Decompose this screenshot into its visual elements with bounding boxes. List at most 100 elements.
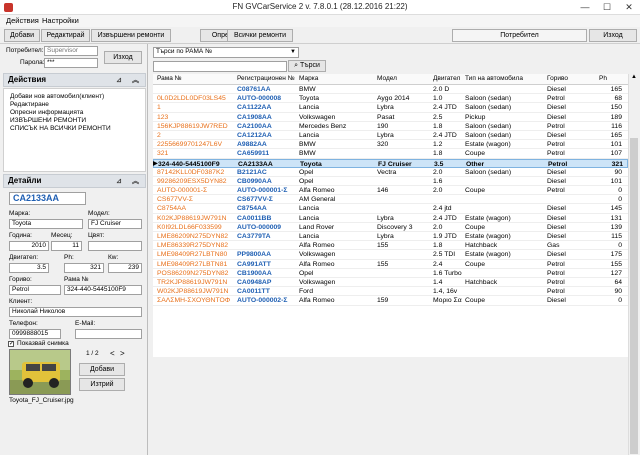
- table-row[interactable]: K0I92LDL66F033599 AUTO-000009 Land Rover Di…: [153, 223, 628, 232]
- table-row[interactable]: LME98409R27LBTN81 CA991ATT Alfa Romeo 155 2.…: [153, 260, 628, 269]
- cell-model: 155: [377, 242, 389, 250]
- login-exit-button[interactable]: Изход: [104, 51, 142, 64]
- table-row[interactable]: W02KJP88619JW791N CA0011TT Ford 1.4, 16v Pet…: [153, 287, 628, 297]
- model-field[interactable]: FJ Cruiser: [88, 219, 142, 229]
- cell-fuel: Diesel: [547, 104, 566, 112]
- col-ph[interactable]: Ph: [599, 75, 607, 82]
- collapse-icon[interactable]: ︽: [132, 176, 139, 188]
- user-button[interactable]: Потребител: [452, 29, 587, 42]
- table-row[interactable]: LME86209N275DYN82 CA3779TA Lancia Lybra 1.9 …: [153, 232, 628, 242]
- table-row[interactable]: LME86339R275DYN82 Alfa Romeo 155 1.8 Hatchba…: [153, 241, 628, 251]
- col-model[interactable]: Модел: [377, 75, 397, 82]
- logout-button[interactable]: Изход: [589, 29, 637, 42]
- cell-engine: 2.5: [433, 113, 443, 121]
- action-add-car[interactable]: Добави нов автомобил(клиент): [4, 93, 145, 101]
- search-input[interactable]: [153, 61, 287, 72]
- col-plate[interactable]: Регистрационен №: [237, 75, 295, 82]
- table-row[interactable]: LME98409R27LBTN80 PP9800AA Volkswagen 2.5 T…: [153, 250, 628, 260]
- password-field[interactable]: ***: [44, 58, 98, 68]
- action-all-repairs[interactable]: СПИСЪК НА ВСИЧКИ РЕМОНТИ: [4, 125, 145, 133]
- user-field[interactable]: Supervisor: [44, 46, 98, 56]
- details-header[interactable]: Детайли ⊿ ︽: [3, 174, 146, 188]
- col-type[interactable]: Тип на автомобила: [465, 75, 523, 82]
- table-row[interactable]: TR2KJP88619JW791N CA0948AP Volkswagen 1.4 Ha…: [153, 278, 628, 288]
- scroll-thumb[interactable]: [630, 138, 638, 454]
- cell-type: Estate (wagon): [465, 233, 511, 240]
- engine-field[interactable]: 3.5: [9, 263, 49, 273]
- show-photo-checkbox[interactable]: ✓: [8, 341, 14, 347]
- actions-header[interactable]: Действия ⊿ ︽: [3, 73, 146, 87]
- table-row[interactable]: AUTO-000001-Σ AUTO-000001-Σ Alfa Romeo 146 2…: [153, 186, 628, 196]
- prev-photo-icon[interactable]: <: [110, 349, 115, 358]
- cell-ph: 0: [618, 242, 622, 250]
- all-repairs-button[interactable]: Всички ремонти: [227, 29, 293, 42]
- ph-field[interactable]: 321: [64, 263, 104, 273]
- table-row[interactable]: 123 CA1908AA Volkswagen Pasat 2.5 Pickup Diese…: [153, 113, 628, 122]
- table-row[interactable]: 156KJP88619JW7RED CA2100AA Mercedes Benz 19…: [153, 122, 628, 131]
- delete-photo-button[interactable]: Изтрий: [79, 378, 125, 391]
- next-photo-icon[interactable]: >: [120, 349, 125, 358]
- email-field[interactable]: [75, 329, 142, 339]
- plate-number: CA2133AA: [9, 192, 86, 205]
- kw-field[interactable]: 239: [108, 263, 142, 273]
- menu-actions[interactable]: Действия: [6, 16, 39, 25]
- add-photo-button[interactable]: Добави: [79, 363, 125, 376]
- done-repairs-button[interactable]: Извършени ремонти: [91, 29, 171, 42]
- table-row[interactable]: 321 CA659911 BMW 1.8 Coupe Petrol 107: [153, 149, 628, 159]
- cell-vin: 0L0D2LDL0DF03LS45: [157, 95, 226, 103]
- col-make[interactable]: Марка: [299, 75, 318, 82]
- minimize-button[interactable]: —: [574, 0, 596, 15]
- fuel-field[interactable]: Petrol: [9, 285, 61, 295]
- close-button[interactable]: ✕: [618, 0, 640, 15]
- table-row[interactable]: 1 CA1122AA Lancia Lybra 2.4 JTD Saloon (sedan…: [153, 103, 628, 113]
- vertical-scrollbar[interactable]: ▲ ▼: [628, 74, 638, 455]
- table-row[interactable]: C08761AA BMW 2.0 D Diesel 165: [153, 85, 628, 95]
- table-row[interactable]: POS86209N275DYN82 CB1900AA Opel 1.6 Turbo Pe…: [153, 269, 628, 278]
- add-button[interactable]: Добави: [4, 29, 40, 42]
- collapse-icon[interactable]: ︽: [132, 75, 139, 87]
- col-fuel[interactable]: Гориво: [547, 75, 568, 82]
- table-row[interactable]: K02KJP88619JW791N CA0011BB Lancia Lybra 2.4 …: [153, 214, 628, 223]
- search-field-select[interactable]: Търси по РАМА № ▼: [153, 47, 299, 58]
- menu-settings[interactable]: Настройки: [42, 16, 79, 25]
- cell-model: Lybra: [377, 233, 394, 240]
- month-label: Месец:: [51, 232, 73, 239]
- pin-icon[interactable]: ⊿: [116, 75, 122, 87]
- cell-vin: K0I92LDL66F033599: [157, 223, 222, 231]
- cell-vin: 22556699701247L6V: [157, 141, 223, 149]
- cell-plate: C08761AA: [237, 86, 271, 93]
- cell-make: Lancia: [299, 214, 320, 222]
- cell-vin: 99286209ESX5DYN82: [157, 177, 227, 185]
- pin-icon[interactable]: ⊿: [116, 176, 122, 188]
- vin-field[interactable]: 324-440-5445100F9: [64, 285, 142, 295]
- action-edit[interactable]: Редактиране: [4, 101, 145, 109]
- search-button[interactable]: ⌕ Търси: [288, 60, 326, 72]
- cell-fuel: Diesel: [547, 233, 566, 240]
- maximize-button[interactable]: ☐: [596, 0, 618, 15]
- color-field[interactable]: [88, 241, 142, 251]
- edit-button[interactable]: Редактирай: [41, 29, 90, 42]
- action-refresh[interactable]: Опресни информацията: [4, 109, 145, 117]
- cell-fuel: Petrol: [547, 288, 565, 296]
- table-row[interactable]: 99286209ESX5DYN82 CB0990AA Opel 1.6 Diesel 10…: [153, 177, 628, 187]
- month-field[interactable]: 11: [51, 241, 82, 251]
- table-row[interactable]: ΣΑΛΣΜΗ-ΣΧΟΥΘΝΤΟΦ AUTO-000002-Σ Alfa Romeo 1…: [153, 296, 628, 306]
- table-row[interactable]: 0L0D2LDL0DF03LS45 AUTO-000008 Toyota Aygo 2…: [153, 94, 628, 104]
- cell-type: Hatchback: [465, 242, 498, 250]
- table-row[interactable]: 324-440-5445100F9 CA2133AA Toyota FJ Cruise…: [153, 158, 628, 168]
- client-field[interactable]: Николай Николов: [9, 307, 142, 317]
- year-field[interactable]: 2010: [9, 241, 49, 251]
- phone-field[interactable]: 0999888015: [9, 329, 61, 339]
- table-row[interactable]: 2 CA1212AA Lancia Lybra 2.4 JTD Saloon (sedan…: [153, 131, 628, 141]
- scroll-up-icon[interactable]: ▲: [629, 74, 639, 82]
- action-done-repairs[interactable]: ИЗВЪРШЕНИ РЕМОНТИ: [4, 117, 145, 125]
- col-vin[interactable]: Рама №: [157, 75, 182, 82]
- col-engine[interactable]: Двигател: [433, 75, 460, 82]
- table-row[interactable]: CS677VV-Σ CS677VV-Σ AM General 0: [153, 195, 628, 205]
- cell-type: Hatchback: [465, 278, 498, 286]
- table-row[interactable]: C8754AA C8754AA Lancia 2.4 jtd Diesel 145: [153, 204, 628, 214]
- make-field[interactable]: Toyota: [9, 219, 83, 229]
- table-row[interactable]: 87142KLL0DF0387K2 B2121AC Opel Vectra 2.0 Sal…: [153, 168, 628, 177]
- table-row[interactable]: 22556699701247L6V A9882AA BMW 320 1.2 Estate …: [153, 140, 628, 150]
- cell-vin: POS86209N275DYN82: [157, 269, 229, 277]
